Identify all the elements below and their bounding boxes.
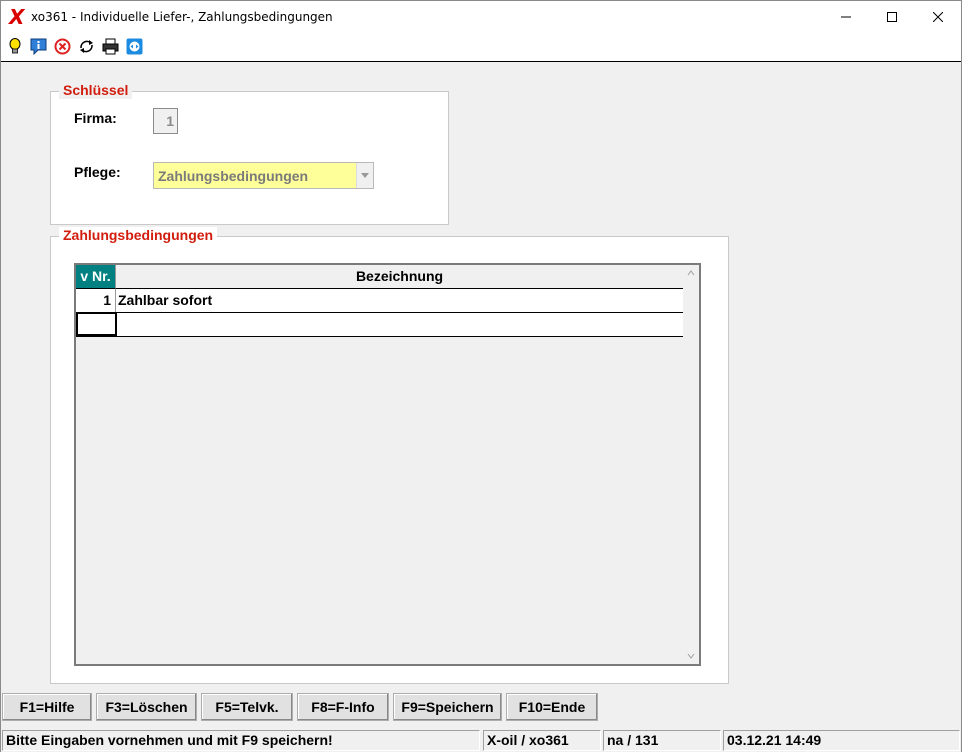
remote-support-button[interactable]	[125, 37, 144, 56]
zahlungsbedingungen-group: Zahlungsbedingungen v Nr. Bezeichnung 1 …	[50, 227, 729, 684]
print-button[interactable]	[101, 37, 120, 56]
pflege-select-value: Zahlungsbedingungen	[158, 167, 309, 184]
scroll-up-icon[interactable]	[687, 269, 695, 277]
window-title: xo361 - Individuelle Liefer-, Zahlungsbe…	[31, 9, 333, 24]
column-header-nr[interactable]: v Nr.	[76, 265, 116, 289]
f5-telvk-button[interactable]: F5=Telvk.	[201, 693, 293, 721]
pflege-select[interactable]: Zahlungsbedingungen	[153, 162, 374, 189]
close-icon	[933, 11, 943, 22]
f3-delete-button[interactable]: F3=Löschen	[96, 693, 197, 721]
info-icon	[30, 38, 47, 55]
cell-bezeichnung[interactable]: Zahlbar sofort	[117, 289, 683, 312]
schluessel-group: Schlüssel Firma: 1 Pflege: Zahlungsbedin…	[50, 82, 449, 225]
firma-label: Firma:	[74, 110, 117, 126]
status-user: na / 131	[603, 730, 721, 751]
toolbar	[1, 32, 961, 62]
app-logo-icon: X	[9, 4, 25, 29]
zahlungsbedingungen-title: Zahlungsbedingungen	[59, 227, 218, 244]
dropdown-arrow[interactable]	[356, 163, 373, 188]
info-button[interactable]	[29, 37, 48, 56]
status-app: X-oil / xo361	[483, 730, 601, 751]
cell-nr[interactable]: 1	[76, 289, 116, 312]
pflege-label: Pflege:	[74, 164, 121, 180]
print-icon	[102, 38, 119, 55]
minimize-button[interactable]	[823, 1, 869, 32]
cell-bezeichnung[interactable]	[117, 313, 683, 336]
zahlungsbedingungen-grid[interactable]: v Nr. Bezeichnung 1 Zahlbar sofort	[74, 263, 701, 666]
table-row[interactable]	[76, 312, 683, 337]
f1-help-button[interactable]: F1=Hilfe	[2, 693, 92, 721]
status-datetime: 03.12.21 14:49	[723, 730, 960, 751]
f9-save-button[interactable]: F9=Speichern	[393, 693, 502, 721]
application-window: X xo361 - Individuelle Liefer-, Zahlungs…	[0, 0, 962, 752]
minimize-icon	[841, 16, 851, 17]
maximize-button[interactable]	[869, 1, 915, 32]
status-message: Bitte Eingaben vornehmen und mit F9 spei…	[2, 730, 480, 751]
chevron-down-icon	[361, 173, 369, 178]
status-bar: Bitte Eingaben vornehmen und mit F9 spei…	[1, 728, 961, 752]
remote-icon	[126, 38, 143, 55]
firma-field[interactable]: 1	[153, 108, 178, 134]
schluessel-title: Schlüssel	[59, 82, 133, 99]
close-button[interactable]	[915, 1, 961, 32]
cell-nr-focused[interactable]	[76, 312, 117, 336]
refresh-icon	[80, 40, 93, 53]
title-bar: X xo361 - Individuelle Liefer-, Zahlungs…	[1, 1, 961, 32]
f8-info-button[interactable]: F8=F-Info	[297, 693, 389, 721]
scroll-down-icon[interactable]	[687, 652, 695, 660]
maximize-icon	[887, 11, 897, 22]
cancel-icon	[54, 38, 71, 55]
f10-exit-button[interactable]: F10=Ende	[506, 693, 598, 721]
table-row[interactable]: 1 Zahlbar sofort	[76, 289, 683, 313]
column-header-bezeichnung[interactable]: Bezeichnung	[116, 265, 683, 289]
refresh-button[interactable]	[77, 37, 96, 56]
cancel-button[interactable]	[53, 37, 72, 56]
vertical-scrollbar[interactable]	[683, 265, 699, 664]
lightbulb-icon	[9, 38, 20, 54]
hint-button[interactable]	[5, 37, 24, 56]
